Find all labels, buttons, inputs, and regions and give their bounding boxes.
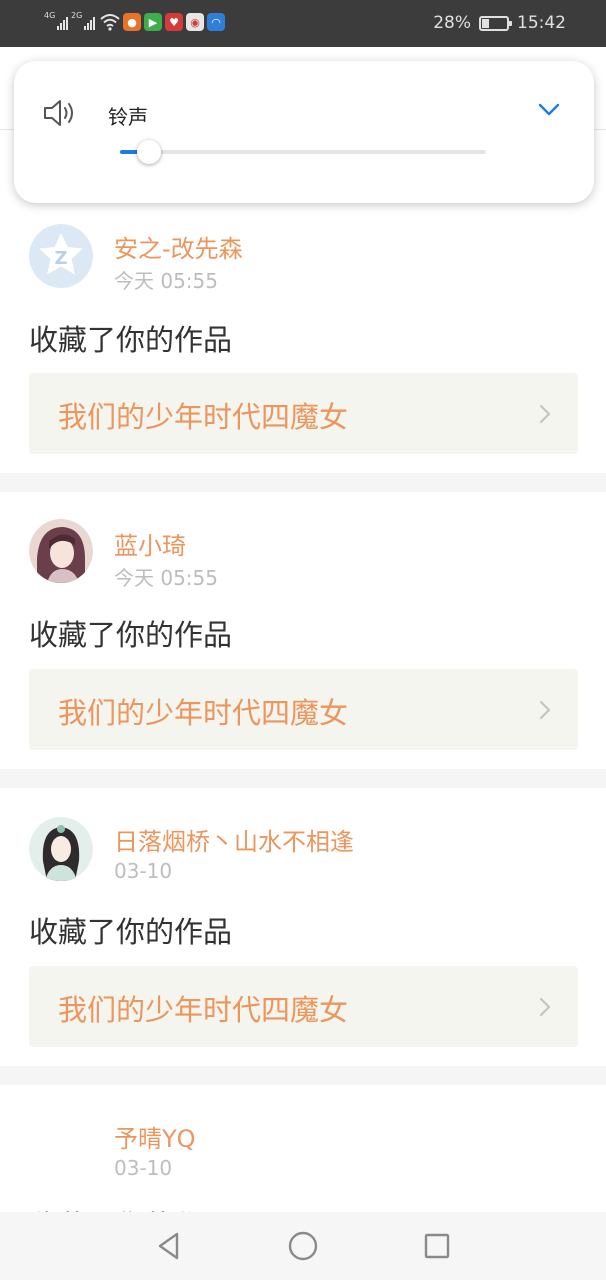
volume-popup[interactable]: 铃声 <box>14 61 594 203</box>
work-title: 我们的少年时代四魔女 <box>58 993 349 1027</box>
navigation-bar <box>0 1212 606 1280</box>
avatar[interactable] <box>29 1112 93 1176</box>
default-avatar-icon: Z <box>29 224 93 288</box>
timestamp: 03-10 <box>114 1156 173 1180</box>
activity-text: 收藏了你的作品 <box>29 618 233 652</box>
username[interactable]: 予晴YQ <box>114 1119 196 1154</box>
volume-slider-thumb[interactable] <box>137 140 161 164</box>
network-type-label: 4G <box>44 11 56 20</box>
wifi-icon <box>100 14 120 31</box>
heart-app-icon: ♥ <box>165 13 183 31</box>
app-notification-icon: ● <box>123 13 141 31</box>
chevron-right-icon <box>539 404 551 424</box>
avatar[interactable]: Z <box>29 224 93 288</box>
play-icon: ▶ <box>144 13 162 31</box>
username[interactable]: 日落烟桥丶山水不相逢 <box>114 822 354 857</box>
clock: 15:42 <box>517 13 566 33</box>
user-photo-icon <box>29 817 93 881</box>
weibo-icon: ◉ <box>186 13 204 31</box>
battery-icon <box>479 15 512 31</box>
volume-stream-label: 铃声 <box>108 105 148 129</box>
divider <box>0 473 606 492</box>
speaker-icon[interactable] <box>42 97 78 129</box>
user-photo-icon <box>29 519 93 583</box>
signal-icon: 4G <box>44 11 68 32</box>
chevron-right-icon <box>539 700 551 720</box>
list-item: 蓝小琦 今天 05:55 收藏了你的作品 我们的少年时代四魔女 <box>0 492 606 769</box>
timestamp: 03-10 <box>114 859 173 883</box>
battery-percentage: 28% <box>433 13 471 33</box>
network-type-label: 2G <box>71 11 83 20</box>
divider <box>0 1066 606 1085</box>
list-item: 日落烟桥丶山水不相逢 03-10 收藏了你的作品 我们的少年时代四魔女 <box>0 788 606 1066</box>
timestamp: 今天 05:55 <box>114 269 218 293</box>
work-link[interactable]: 我们的少年时代四魔女 <box>29 966 578 1047</box>
signal-icon: 2G <box>71 11 95 32</box>
screen: 4G 2G ● ▶ ♥ ◉ ◠ 28% 15:42 铃声 Z 安之-改先森 今天… <box>0 0 606 1280</box>
back-icon[interactable] <box>152 1229 186 1263</box>
status-bar: 4G 2G ● ▶ ♥ ◉ ◠ 28% 15:42 <box>0 0 606 47</box>
work-link[interactable]: 我们的少年时代四魔女 <box>29 669 578 750</box>
timestamp: 今天 05:55 <box>114 566 218 590</box>
username[interactable]: 安之-改先森 <box>114 229 243 264</box>
list-item: Z 安之-改先森 今天 05:55 收藏了你的作品 我们的少年时代四魔女 <box>0 203 606 473</box>
browser-icon: ◠ <box>207 13 225 31</box>
work-title: 我们的少年时代四魔女 <box>58 696 349 730</box>
status-icons: 4G 2G ● ▶ ♥ ◉ ◠ <box>44 11 225 32</box>
avatar[interactable] <box>29 817 93 881</box>
svg-text:Z: Z <box>54 248 67 269</box>
chevron-down-icon[interactable] <box>538 101 560 117</box>
divider <box>0 769 606 788</box>
activity-text: 收藏了你的作品 <box>29 323 233 357</box>
username[interactable]: 蓝小琦 <box>114 526 186 561</box>
status-right: 28% 15:42 <box>433 13 566 33</box>
avatar[interactable] <box>29 519 93 583</box>
recents-icon[interactable] <box>420 1229 454 1263</box>
work-title: 我们的少年时代四魔女 <box>58 400 349 434</box>
home-icon[interactable] <box>286 1229 320 1263</box>
volume-slider-track[interactable] <box>120 150 486 154</box>
work-link[interactable]: 我们的少年时代四魔女 <box>29 373 578 454</box>
activity-text: 收藏了你的作品 <box>29 915 233 949</box>
chevron-right-icon <box>539 997 551 1017</box>
